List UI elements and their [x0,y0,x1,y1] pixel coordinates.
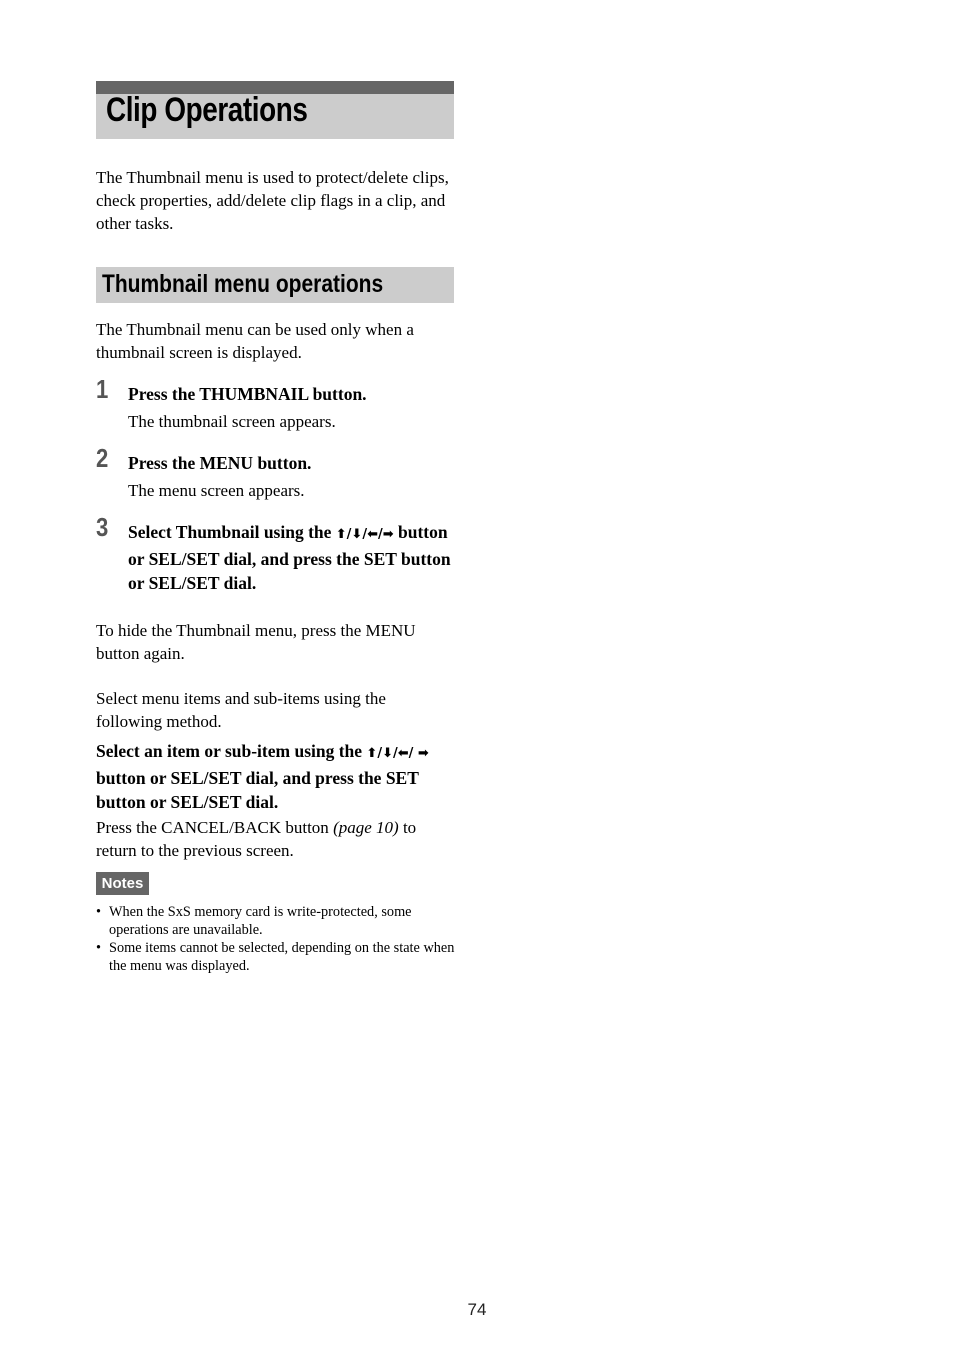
step-3: 3 Select Thumbnail using the ⬆/⬇/⬅/➡ but… [96,512,456,595]
method-text: button or SEL/SET dial, and press the SE… [96,768,419,812]
section-title: Thumbnail menu operations [102,270,384,298]
method-instruction: Select an item or sub-item using the ⬆/⬇… [96,739,456,814]
arrow-keys-icon: ⬆/⬇/⬅/ ➡ [366,746,429,761]
note-item: Some items cannot be selected, depending… [96,939,458,975]
step-title: Select Thumbnail using the ⬆/⬇/⬅/➡ butto… [128,520,456,595]
step-number: 1 [96,374,109,404]
step-description: The menu screen appears. [128,481,305,500]
cancel-paragraph: Press the CANCEL/BACK button (page 10) t… [96,816,454,862]
method-text: Select an item or sub-item using the [96,741,367,761]
step-description: The thumbnail screen appears. [128,412,336,431]
select-method-paragraph: Select menu items and sub-items using th… [96,689,386,731]
page-number: 74 [467,1300,487,1319]
intro-paragraph: The Thumbnail menu is used to protect/de… [96,168,449,233]
notes-badge: Notes [96,872,149,895]
notes-list: When the SxS memory card is write-protec… [96,903,458,975]
chapter-title: Clip Operations [106,91,308,129]
note-item: When the SxS memory card is write-protec… [96,903,458,939]
step-number: 2 [96,443,109,473]
step-title: Press the MENU button. [128,453,312,473]
arrow-keys-icon: ⬆/⬇/⬅/➡ [335,527,394,542]
step-number: 3 [96,512,109,542]
step-2: 2 Press the MENU button. The menu screen… [96,443,456,502]
cancel-text: Press the CANCEL/BACK button [96,818,334,837]
section-heading: Thumbnail menu operations [96,267,454,303]
step-title-text: Select Thumbnail using the [128,522,336,542]
step-1: 1 Press the THUMBNAIL button. The thumbn… [96,374,456,433]
section-lead: The Thumbnail menu can be used only when… [96,320,414,362]
hide-menu-paragraph: To hide the Thumbnail menu, press the ME… [96,621,416,663]
page-reference-link[interactable]: (page 10) [333,818,399,837]
step-title: Press the THUMBNAIL button. [128,384,367,404]
chapter-heading: Clip Operations [96,81,454,139]
